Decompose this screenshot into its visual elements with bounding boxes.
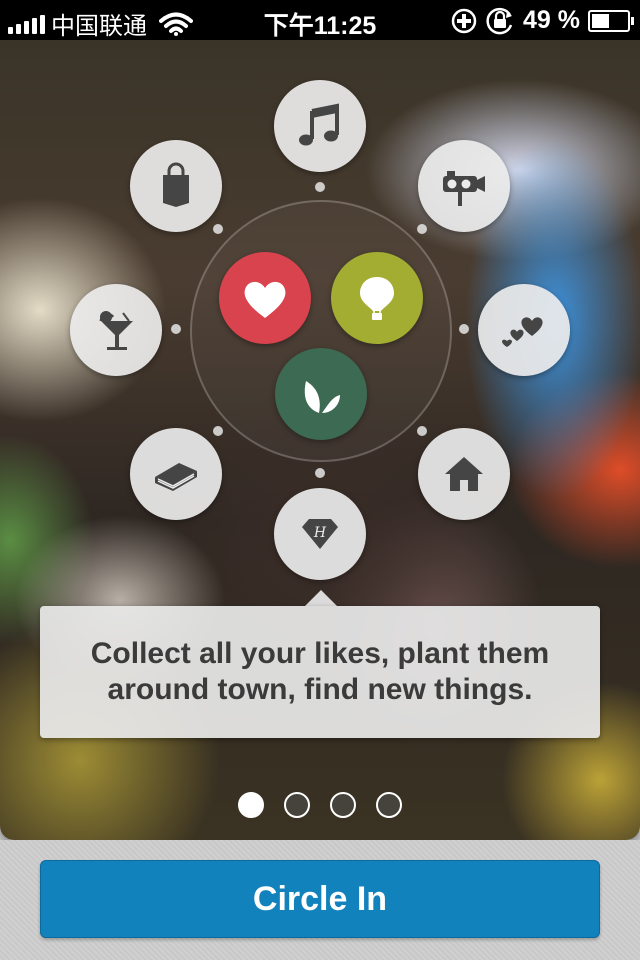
tooltip-message: Collect all your likes, plant them aroun… (40, 606, 600, 738)
music-category-button[interactable] (274, 80, 366, 172)
video-category-button[interactable] (418, 140, 510, 232)
rotation-lock-icon (486, 7, 513, 34)
shopping-bag-icon (163, 162, 189, 207)
brand-category-button[interactable]: H (274, 488, 366, 580)
connector-dot (417, 224, 427, 234)
music-note-icon (299, 103, 339, 146)
diamond-badge-icon: H (302, 519, 338, 549)
video-camera-icon (443, 171, 485, 206)
balloon-icon (360, 277, 394, 320)
house-icon (445, 457, 483, 491)
likes-button[interactable] (219, 252, 311, 344)
page-dot[interactable] (284, 792, 310, 818)
connector-dot (315, 468, 325, 478)
status-bar: 中国联通 下午11:25 49 % (0, 0, 640, 40)
page-dot[interactable] (330, 792, 356, 818)
drinks-category-button[interactable] (70, 284, 162, 376)
location-icon (451, 8, 477, 33)
page-indicator[interactable] (0, 792, 640, 818)
cocktail-icon (99, 311, 133, 350)
connector-dot (459, 324, 469, 334)
svg-text:H: H (313, 525, 327, 541)
shopping-category-button[interactable] (130, 140, 222, 232)
leaf-icon (304, 381, 340, 413)
connector-dot (213, 426, 223, 436)
heart-icon (244, 281, 286, 318)
page-dot[interactable] (376, 792, 402, 818)
home-category-button[interactable] (418, 428, 510, 520)
battery-fill (592, 13, 609, 28)
balloon-button[interactable] (331, 252, 423, 344)
page-dot[interactable] (238, 792, 264, 818)
plant-button[interactable] (275, 348, 367, 440)
battery-icon (588, 9, 634, 32)
connector-dot (315, 182, 325, 192)
book-icon (155, 463, 197, 491)
connector-dot (417, 426, 427, 436)
relationships-category-button[interactable] (478, 284, 570, 376)
tooltip-arrow (305, 590, 337, 606)
status-right: 49 % (451, 6, 634, 35)
hearts-icon (502, 317, 543, 347)
battery-percent: 49 % (523, 6, 580, 34)
books-category-button[interactable] (130, 428, 222, 520)
connector-dot (213, 224, 223, 234)
connector-dot (171, 324, 181, 334)
circle-in-button[interactable]: Circle In (40, 860, 600, 938)
